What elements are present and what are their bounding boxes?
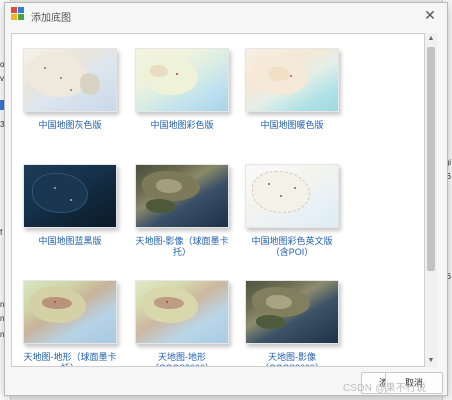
basemap-item-tianditu-image-mercator[interactable]: 天地图-影像（球面墨卡 托）: [130, 164, 234, 258]
scroll-up-arrow-icon[interactable]: ▲: [425, 33, 437, 45]
scroll-down-arrow-icon[interactable]: ▼: [425, 355, 437, 367]
gallery-scrollbar[interactable]: ▲ ▼: [425, 33, 437, 367]
basemap-thumbnail: [135, 280, 229, 344]
basemap-thumbnail: [23, 280, 117, 344]
basemap-item-color-english[interactable]: 中国地图彩色英文版 （含POI）: [240, 164, 344, 258]
basemap-item-tianditu-terrain-mercator[interactable]: 天地图-地形（球面墨卡 托）: [18, 280, 122, 366]
basemap-label: 中国地图彩色英文版 （含POI）: [251, 236, 333, 257]
basemap-item-blueblack[interactable]: 中国地图蓝黑版: [18, 164, 122, 247]
basemap-item-tianditu-image-cgcs2000[interactable]: 天地图-影像 （CGCS2000）: [240, 280, 344, 366]
close-icon: ✕: [424, 7, 436, 23]
basemap-gallery: 中国地图灰色版 中国地图彩色版 中国地图暖色版 中国地图蓝黑版 天地图-影像（球…: [11, 33, 425, 367]
dialog-title: 添加底图: [31, 13, 71, 24]
basemap-label: 中国地图蓝黑版: [38, 236, 102, 246]
basemap-thumbnail: [245, 164, 339, 228]
basemap-thumbnail: [245, 48, 339, 112]
basemap-thumbnail: [23, 48, 117, 112]
basemap-label: 天地图-地形 （CGCS2000）: [150, 352, 214, 366]
dialog-titlebar[interactable]: 添加底图 ✕: [5, 3, 447, 27]
basemap-label: 中国地图彩色版: [150, 120, 214, 130]
basemap-item-gray[interactable]: 中国地图灰色版: [18, 48, 122, 131]
basemap-item-tianditu-terrain-cgcs2000[interactable]: 天地图-地形 （CGCS2000）: [130, 280, 234, 366]
close-button[interactable]: ✕: [419, 5, 441, 25]
basemap-label: 天地图-影像 （CGCS2000）: [260, 352, 324, 366]
basemap-label: 天地图-地形（球面墨卡 托）: [23, 352, 117, 366]
grid-icon: [11, 7, 25, 21]
basemap-thumbnail: [135, 48, 229, 112]
basemap-label: 中国地图灰色版: [38, 120, 102, 130]
basemap-thumbnail: [135, 164, 229, 228]
scrollbar-thumb[interactable]: [427, 47, 435, 271]
basemap-label: 中国地图暖色版: [260, 120, 324, 130]
csdn-watermark: CSDN @果不行说: [343, 383, 427, 394]
basemap-thumbnail: [245, 280, 339, 344]
basemap-item-warm[interactable]: 中国地图暖色版: [240, 48, 344, 131]
add-basemap-dialog: 添加底图 ✕ 中国地图灰色版 中国地图彩色版 中国地图暖色版 中国地图蓝黑版 天…: [4, 2, 448, 396]
basemap-item-color[interactable]: 中国地图彩色版: [130, 48, 234, 131]
basemap-thumbnail: [23, 164, 117, 228]
basemap-label: 天地图-影像（球面墨卡 托）: [135, 236, 229, 257]
